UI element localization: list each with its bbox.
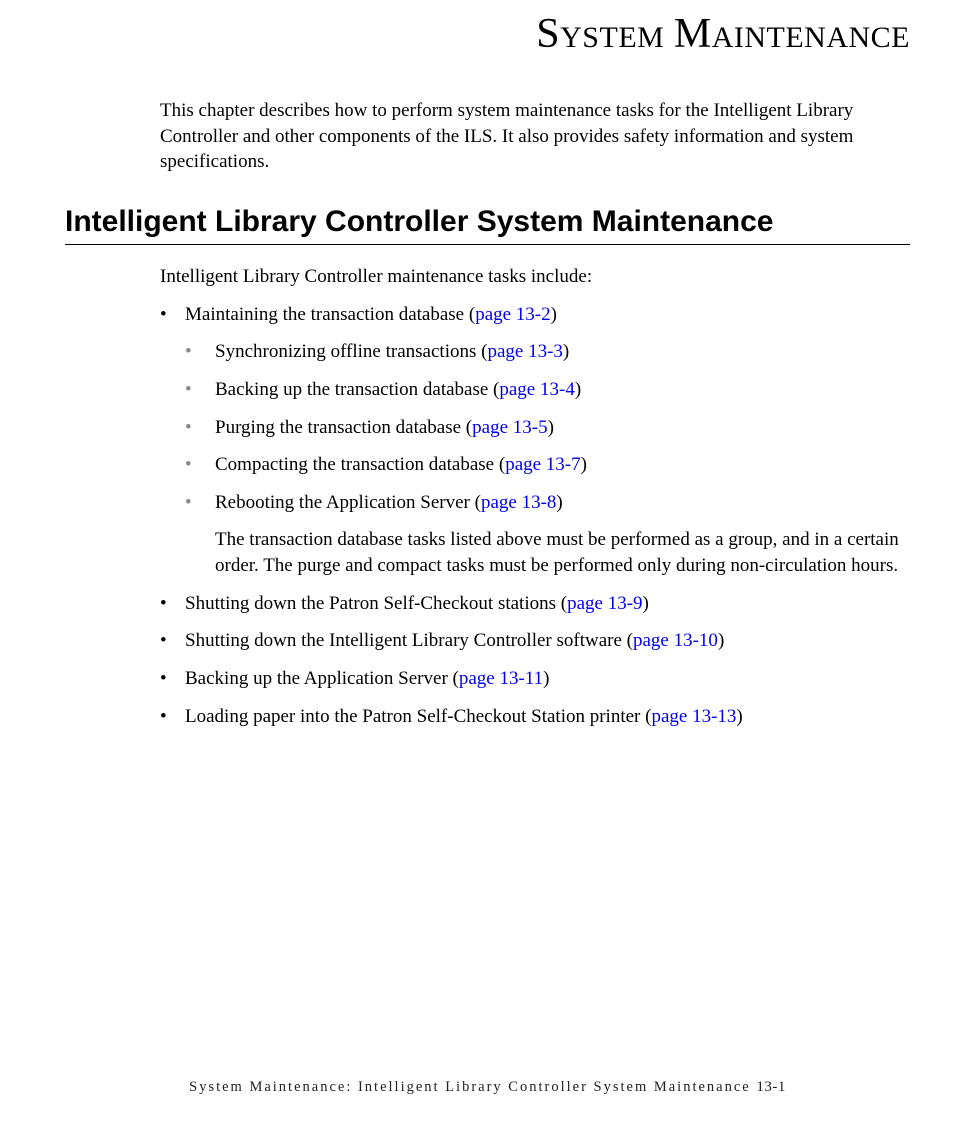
item-text: Compacting the transaction database ( [215, 454, 505, 475]
page-link[interactable]: page 13-8 [481, 492, 556, 513]
item-text: Maintaining the transaction database ( [185, 304, 475, 325]
item-text: Purging the transaction database ( [215, 417, 472, 438]
page-footer: System Maintenance: Intelligent Library … [0, 1079, 975, 1096]
item-close: ) [551, 304, 557, 325]
page-link[interactable]: page 13-2 [475, 304, 550, 325]
list-item: Synchronizing offline transactions (page… [185, 339, 910, 365]
sub-task-list: Synchronizing offline transactions (page… [185, 339, 910, 578]
title-word2-first: M [674, 11, 712, 57]
list-item: Rebooting the Application Server (page 1… [185, 490, 910, 579]
page-link[interactable]: page 13-13 [651, 706, 736, 727]
item-close: ) [543, 668, 549, 689]
page-link[interactable]: page 13-10 [633, 630, 718, 651]
list-item: Loading paper into the Patron Self-Check… [160, 704, 910, 730]
list-item: Shutting down the Intelligent Library Co… [160, 628, 910, 654]
item-text: Synchronizing offline transactions ( [215, 341, 487, 362]
item-close: ) [548, 417, 554, 438]
item-close: ) [643, 593, 649, 614]
title-word1-rest: YSTEM [560, 21, 664, 54]
page-link[interactable]: page 13-5 [472, 417, 547, 438]
item-text: Shutting down the Intelligent Library Co… [185, 630, 633, 651]
item-close: ) [581, 454, 587, 475]
page-link[interactable]: page 13-3 [487, 341, 562, 362]
list-item: Maintaining the transaction database (pa… [160, 302, 910, 579]
title-word1-first: S [536, 11, 560, 57]
footer-page-number: 13-1 [756, 1079, 786, 1095]
intro-paragraph: This chapter describes how to perform sy… [160, 98, 910, 175]
item-close: ) [575, 379, 581, 400]
item-text: Rebooting the Application Server ( [215, 492, 481, 513]
list-item: Purging the transaction database (page 1… [185, 415, 910, 441]
footer-text: System Maintenance: Intelligent Library … [189, 1079, 751, 1095]
section-heading: Intelligent Library Controller System Ma… [65, 205, 910, 245]
item-text: Shutting down the Patron Self-Checkout s… [185, 593, 567, 614]
item-close: ) [556, 492, 562, 513]
item-close: ) [718, 630, 724, 651]
list-item: Backing up the Application Server (page … [160, 666, 910, 692]
item-close: ) [563, 341, 569, 362]
item-text: Loading paper into the Patron Self-Check… [185, 706, 651, 727]
item-text: Backing up the Application Server ( [185, 668, 459, 689]
page-link[interactable]: page 13-4 [499, 379, 574, 400]
item-text: Backing up the transaction database ( [215, 379, 499, 400]
chapter-title: SYSTEM MAINTENANCE [65, 0, 910, 98]
sub-note: The transaction database tasks listed ab… [215, 527, 910, 578]
list-item: Compacting the transaction database (pag… [185, 452, 910, 478]
task-list: Maintaining the transaction database (pa… [160, 302, 910, 730]
list-intro: Intelligent Library Controller maintenan… [160, 265, 910, 290]
page-link[interactable]: page 13-9 [567, 593, 642, 614]
page-link[interactable]: page 13-7 [505, 454, 580, 475]
title-word2-rest: AINTENANCE [712, 21, 910, 54]
item-close: ) [736, 706, 742, 727]
page-link[interactable]: page 13-11 [459, 668, 543, 689]
list-item: Backing up the transaction database (pag… [185, 377, 910, 403]
list-item: Shutting down the Patron Self-Checkout s… [160, 591, 910, 617]
